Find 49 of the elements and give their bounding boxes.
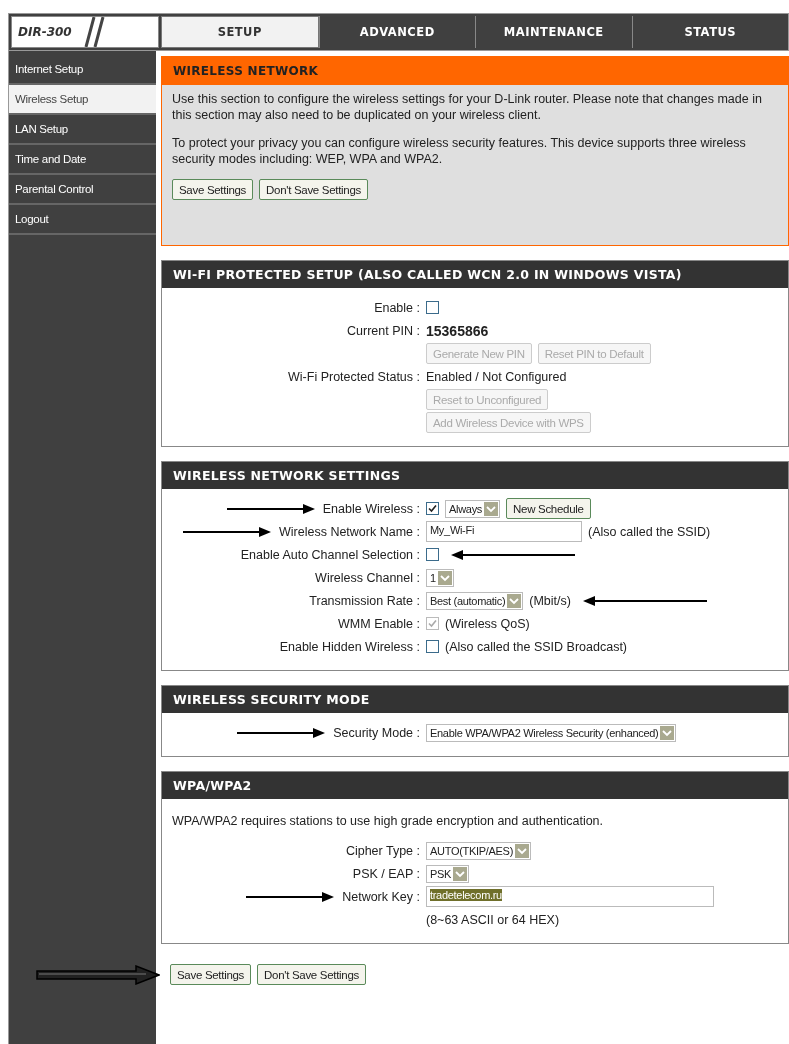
dropdown[interactable]: PSK	[426, 864, 470, 883]
section-title: WIRELESS SECURITY MODE	[162, 686, 788, 713]
checkbox[interactable]	[426, 502, 439, 515]
field-label: Enable Wireless :	[322, 501, 420, 516]
field-value: Enabled / Not Configured	[426, 369, 567, 384]
field-label: Cipher Type :	[345, 843, 420, 858]
field-label: Enable Hidden Wireless :	[279, 639, 420, 654]
section-title: WIRELESS NETWORK	[162, 57, 788, 85]
field-note: (Also called the SSID)	[588, 524, 711, 539]
text-field[interactable]: tradetelecom.ru	[426, 886, 714, 907]
field-label: Network Key :	[342, 889, 420, 904]
field-label: Wireless Network Name :	[279, 524, 420, 539]
field-label: Enable :	[374, 300, 420, 315]
model-name: DIR-300	[18, 25, 72, 39]
action-button[interactable]: Save Settings	[170, 964, 252, 985]
checkbox[interactable]	[426, 548, 439, 561]
dropdown[interactable]: Enable WPA/WPA2 Wireless Security (enhanced)	[426, 723, 677, 742]
checkbox[interactable]	[426, 301, 439, 314]
field-note: (Also called the SSID Broadcast)	[445, 639, 628, 654]
nav-tab[interactable]: SETUP	[161, 16, 319, 48]
field-label: Security Mode :	[333, 725, 420, 740]
section-title: WIRELESS NETWORK SETTINGS	[162, 462, 788, 489]
field-label: WMM Enable :	[338, 616, 420, 631]
field-label: Wireless Channel :	[315, 570, 420, 585]
action-button[interactable]: Don't Save Settings	[259, 179, 368, 200]
field-label: Current PIN :	[347, 323, 420, 338]
field-label: Enable Auto Channel Selection :	[240, 547, 420, 562]
field-label: Wi-Fi Protected Status :	[288, 369, 420, 384]
dropdown[interactable]: Best (automatic)	[426, 591, 524, 610]
field-note: (Wireless QoS)	[445, 616, 530, 631]
description-text: WPA/WPA2 requires stations to use high grade encryption and authentication.	[171, 813, 605, 830]
section-title: WI-FI PROTECTED SETUP (ALSO CALLED WCN 2.0 IN WINDOWS VISTA)	[162, 261, 788, 288]
field-note: (8~63 ASCII or 64 HEX)	[426, 912, 560, 927]
field-label: PSK / EAP :	[352, 866, 420, 881]
field-label: Transmission Rate :	[309, 593, 420, 608]
field-value: 15365866	[426, 322, 489, 339]
dropdown[interactable]: 1	[426, 568, 454, 587]
description-text: Use this section to configure the wireless settings for your D-Link router. Please note that changes made in this section may also need to be duplicated on your wireless client.	[172, 91, 763, 123]
action-button[interactable]: Don't Save Settings	[257, 964, 366, 985]
dropdown[interactable]: AUTO(TKIP/AES)	[426, 841, 531, 860]
checkbox[interactable]	[426, 640, 439, 653]
action-button[interactable]: Save Settings	[172, 179, 254, 200]
text-field[interactable]: My_Wi-Fi	[426, 521, 582, 542]
field-note: (Mbit/s)	[529, 593, 571, 608]
sidebar-item[interactable]: Wireless Setup	[9, 85, 156, 115]
action-button[interactable]: New Schedule	[506, 498, 591, 519]
section-title: WPA/WPA2	[162, 772, 788, 799]
description-text: To protect your privacy you can configure wireless security features. This device supports three wireless security modes including: WEP, WPA and WPA2.	[172, 135, 747, 167]
dropdown[interactable]: Always	[445, 499, 501, 518]
